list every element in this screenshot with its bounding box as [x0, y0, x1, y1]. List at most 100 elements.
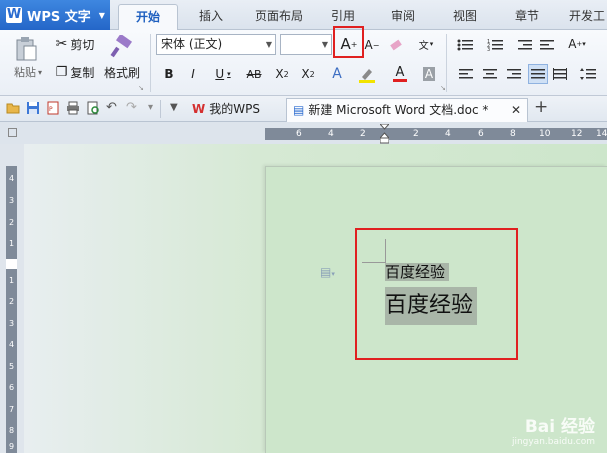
- ruler-number: 5: [8, 362, 15, 371]
- horizontal-ruler[interactable]: 6 4 2 2 4 6 8 10 12 14: [265, 128, 607, 140]
- font-name-select[interactable]: 宋体 (正文) ▼: [156, 34, 276, 55]
- align-left-icon[interactable]: [458, 66, 474, 82]
- undo-icon[interactable]: ↶: [106, 101, 120, 115]
- italic-button[interactable]: I: [184, 64, 202, 84]
- watermark-brand: Bai 经验: [524, 417, 595, 437]
- ribbon: 粘贴 ▾ ✂ 剪切 ❐ 复制 格式刷 宋体 (正文) ▼ ▼ A + A − 文 ▾ B I …: [0, 26, 607, 96]
- format-painter-icon[interactable]: [104, 34, 140, 60]
- ruler-number: 2: [413, 129, 419, 139]
- tab-review[interactable]: 审阅: [380, 4, 426, 30]
- ruler-number: 3: [8, 196, 15, 205]
- wps-logo-icon: W: [192, 102, 206, 116]
- ruler-number: 1: [8, 239, 15, 248]
- tab-developer[interactable]: 开发工: [564, 4, 607, 30]
- tab-page-layout[interactable]: 页面布局: [244, 4, 314, 30]
- separator: [160, 100, 161, 118]
- ruler-number: 4: [445, 129, 451, 139]
- text-effect-button[interactable]: A: [326, 64, 348, 84]
- ruler-number: 12: [571, 129, 583, 139]
- char-shading-button[interactable]: A: [420, 64, 438, 84]
- format-painter-button[interactable]: 格式刷: [100, 62, 144, 82]
- copy-icon: ❐: [55, 64, 68, 80]
- ruler-number: 6: [8, 383, 15, 392]
- word-doc-icon: ▤: [293, 103, 305, 117]
- print-icon[interactable]: [66, 101, 80, 115]
- superscript-button[interactable]: X2: [272, 64, 292, 84]
- clear-format-icon[interactable]: [386, 35, 406, 55]
- font-color-button[interactable]: A: [388, 64, 412, 84]
- ruler-number: 6: [296, 129, 302, 139]
- app-menu-button[interactable]: W WPS 文字 ▼: [0, 0, 110, 30]
- ruler-number: 3: [8, 319, 15, 328]
- redo-icon[interactable]: ↷: [126, 101, 140, 115]
- tab-home[interactable]: 开始: [118, 4, 178, 30]
- close-icon[interactable]: ✕: [511, 99, 521, 121]
- paragraph-options-icon[interactable]: ▤▾: [320, 265, 335, 279]
- separator: [150, 34, 151, 92]
- document-tab-bar: P ↶ ↷ ▾ ▼ W 我的WPS ▤ 新建 Microsoft Word 文档.d…: [0, 96, 607, 122]
- ruler-number: 4: [8, 174, 15, 183]
- copy-button[interactable]: ❐ 复制: [52, 62, 98, 82]
- phonetic-guide-button[interactable]: 文 ▾: [412, 33, 440, 55]
- indent-marker[interactable]: [378, 123, 391, 144]
- vertical-ruler[interactable]: 4 3 2 1 1 2 3 4 5 6 7 8 9: [6, 166, 17, 453]
- tab-list-chevron-icon[interactable]: ▼: [170, 101, 184, 115]
- ruler-number: 9: [8, 442, 15, 451]
- decrease-indent-icon[interactable]: [516, 36, 534, 54]
- ruler-number: 8: [510, 129, 516, 139]
- cut-button[interactable]: ✂ 剪切: [52, 34, 98, 54]
- line-spacing-icon[interactable]: [578, 66, 598, 82]
- subscript-button[interactable]: X2: [298, 64, 318, 84]
- dialog-launcher-icon[interactable]: ↘: [138, 84, 144, 92]
- strikethrough-button[interactable]: AB: [240, 64, 268, 84]
- highlight-box-grow-font: [333, 26, 364, 58]
- increase-indent-icon[interactable]: [538, 36, 556, 54]
- change-case-button[interactable]: A + ▾: [562, 34, 592, 54]
- paste-icon[interactable]: [8, 34, 44, 64]
- tab-insert[interactable]: 插入: [186, 4, 236, 30]
- highlight-color-icon[interactable]: [354, 64, 380, 84]
- justify-icon[interactable]: [528, 64, 548, 84]
- save-icon[interactable]: [26, 101, 40, 115]
- document-page[interactable]: ▤▾ 百度经验 百度经验: [265, 166, 607, 453]
- tab-view[interactable]: 视图: [442, 4, 488, 30]
- svg-text:P: P: [49, 106, 53, 113]
- watermark-url: jingyan.baidu.com: [511, 437, 595, 447]
- chevron-down-icon: ▼: [98, 10, 105, 20]
- svg-text:3: 3: [487, 47, 490, 51]
- ruler-margin-marker: [6, 259, 17, 269]
- underline-button[interactable]: U ▾: [208, 64, 238, 84]
- bullet-list-icon[interactable]: [454, 36, 476, 54]
- ruler-row: 6 4 2 2 4 6 8 10 12 14: [0, 122, 607, 144]
- wps-logo-icon: W: [6, 7, 22, 23]
- separator: [446, 34, 447, 92]
- shrink-font-button[interactable]: A −: [362, 35, 382, 55]
- ruler-number: 7: [8, 405, 15, 414]
- print-preview-icon[interactable]: [86, 101, 100, 115]
- dialog-launcher-icon[interactable]: ↘: [440, 84, 446, 92]
- highlight-box-text: [355, 228, 518, 360]
- ruler-number: 2: [8, 218, 15, 227]
- tab-section[interactable]: 章节: [504, 4, 550, 30]
- new-tab-button[interactable]: +: [534, 97, 548, 117]
- tab-document[interactable]: ▤ 新建 Microsoft Word 文档.doc * ✕: [286, 98, 528, 122]
- font-size-select[interactable]: ▼: [280, 34, 332, 55]
- ruler-number: 4: [8, 340, 15, 349]
- align-center-icon[interactable]: [482, 66, 498, 82]
- ruler-number: 10: [539, 129, 551, 139]
- ruler-number: 6: [478, 129, 484, 139]
- ruler-number: 2: [360, 129, 366, 139]
- distributed-align-icon[interactable]: [552, 66, 568, 82]
- tab-my-wps[interactable]: W 我的WPS: [186, 98, 282, 122]
- export-pdf-icon[interactable]: P: [46, 101, 60, 115]
- align-right-icon[interactable]: [506, 66, 522, 82]
- bold-button[interactable]: B: [160, 64, 178, 84]
- ruler-number: 1: [8, 276, 15, 285]
- ruler-number: 8: [8, 426, 15, 435]
- numbered-list-icon[interactable]: 123: [484, 36, 506, 54]
- paste-button[interactable]: 粘贴 ▾: [6, 64, 50, 80]
- scissors-icon: ✂: [55, 36, 68, 52]
- tab-stop-selector[interactable]: [8, 128, 17, 137]
- open-folder-icon[interactable]: [6, 101, 20, 115]
